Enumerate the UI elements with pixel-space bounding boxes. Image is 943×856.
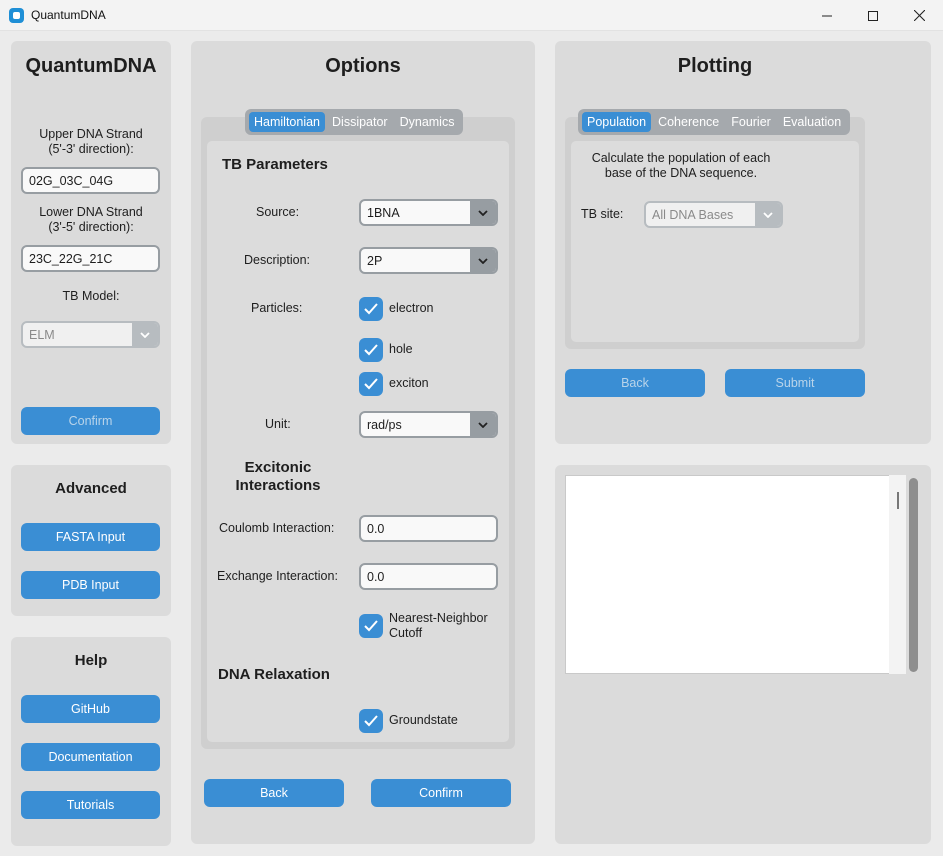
- description-select[interactable]: 2P: [359, 247, 498, 274]
- upper-strand-label: Upper DNA Strand (5'-3' direction):: [39, 127, 143, 156]
- exchange-input[interactable]: 0.0: [359, 563, 498, 590]
- dna-relaxation-title: DNA Relaxation: [218, 666, 330, 683]
- options-title: Options: [325, 55, 401, 77]
- upper-strand-input[interactable]: 02G_03C_04G: [21, 167, 160, 194]
- hole-label: hole: [389, 342, 413, 356]
- unit-label: Unit:: [265, 417, 291, 431]
- checkmark-icon: [364, 344, 378, 356]
- checkmark-icon: [364, 715, 378, 727]
- tb-parameters-title: TB Parameters: [222, 156, 328, 173]
- plotting-submit-button[interactable]: Submit: [725, 369, 865, 397]
- exciton-label: exciton: [389, 376, 429, 390]
- source-label: Source:: [256, 205, 300, 219]
- app-icon: [9, 8, 24, 23]
- groundstate-label: Groundstate: [389, 713, 458, 727]
- tutorials-button[interactable]: Tutorials: [21, 791, 160, 819]
- options-confirm-button[interactable]: Confirm: [371, 779, 511, 807]
- advanced-title: Advanced: [55, 480, 127, 497]
- plotting-back-button[interactable]: Back: [565, 369, 705, 397]
- coulomb-input[interactable]: 0.0: [359, 515, 498, 542]
- github-button[interactable]: GitHub: [21, 695, 160, 723]
- chevron-down-icon: [470, 249, 496, 272]
- tb-model-label: TB Model:: [62, 289, 120, 303]
- options-back-button[interactable]: Back: [204, 779, 344, 807]
- tab-coherence[interactable]: Coherence: [653, 112, 724, 132]
- unit-value: rad/ps: [367, 418, 402, 432]
- chevron-down-icon: [470, 201, 496, 224]
- chevron-down-icon: [470, 413, 496, 436]
- tab-fourier[interactable]: Fourier: [726, 112, 776, 132]
- fasta-input-button[interactable]: FASTA Input: [21, 523, 160, 551]
- exciton-checkbox[interactable]: [359, 372, 383, 396]
- description-label: Description:: [244, 253, 310, 267]
- checkmark-icon: [364, 378, 378, 390]
- hole-checkbox[interactable]: [359, 338, 383, 362]
- window-title: QuantumDNA: [31, 8, 106, 22]
- title-bar: QuantumDNA: [0, 0, 943, 31]
- options-tab-bar: Hamiltonian Dissipator Dynamics: [245, 109, 464, 135]
- tab-dynamics[interactable]: Dynamics: [395, 112, 460, 132]
- options-tab-content: [207, 141, 509, 742]
- checkmark-icon: [364, 620, 378, 632]
- electron-checkbox[interactable]: [359, 297, 383, 321]
- minimize-icon[interactable]: [804, 0, 850, 31]
- tb-site-value: All DNA Bases: [652, 208, 734, 222]
- sidebar-title: QuantumDNA: [25, 55, 157, 77]
- chevron-down-icon: [755, 203, 781, 226]
- output-textbox[interactable]: [565, 475, 906, 674]
- tab-population[interactable]: Population: [582, 112, 652, 132]
- coulomb-label: Coulomb Interaction:: [219, 521, 335, 535]
- groundstate-checkbox[interactable]: [359, 709, 383, 733]
- source-value: 1BNA: [367, 206, 400, 220]
- documentation-button[interactable]: Documentation: [21, 743, 160, 771]
- help-title: Help: [74, 652, 108, 669]
- lower-strand-label: Lower DNA Strand (3'-5' direction):: [39, 205, 143, 234]
- tb-site-label: TB site:: [581, 207, 624, 221]
- description-value: 2P: [367, 254, 383, 268]
- tb-model-select[interactable]: ELM: [21, 321, 160, 348]
- plotting-title: Plotting: [677, 55, 753, 77]
- unit-select[interactable]: rad/ps: [359, 411, 498, 438]
- pdb-input-button[interactable]: PDB Input: [21, 571, 160, 599]
- sidebar-confirm-button[interactable]: Confirm: [21, 407, 160, 435]
- tab-evaluation[interactable]: Evaluation: [778, 112, 846, 132]
- output-scrollbar[interactable]: [909, 478, 918, 672]
- checkmark-icon: [364, 303, 378, 315]
- sidebar-panel: [11, 41, 171, 444]
- tb-model-value: ELM: [29, 328, 55, 342]
- exchange-label: Exchange Interaction:: [217, 569, 338, 583]
- population-description: Calculate the population of each base of…: [591, 151, 771, 180]
- tb-site-select[interactable]: All DNA Bases: [644, 201, 783, 228]
- electron-label: electron: [389, 301, 434, 315]
- plotting-tab-bar: Population Coherence Fourier Evaluation: [578, 109, 851, 135]
- nn-cutoff-label: Nearest-Neighbor Cutoff: [389, 611, 488, 640]
- particles-label: Particles:: [251, 301, 303, 315]
- tab-dissipator[interactable]: Dissipator: [327, 112, 393, 132]
- lower-strand-input[interactable]: 23C_22G_21C: [21, 245, 160, 272]
- nn-cutoff-checkbox[interactable]: [359, 614, 383, 638]
- tab-hamiltonian[interactable]: Hamiltonian: [249, 112, 326, 132]
- source-select[interactable]: 1BNA: [359, 199, 498, 226]
- textbox-scroll-gutter: [889, 475, 906, 674]
- maximize-icon[interactable]: [850, 0, 896, 31]
- text-cursor: [897, 492, 899, 509]
- close-icon[interactable]: [896, 0, 942, 31]
- chevron-down-icon: [132, 323, 158, 346]
- excitonic-interactions-title: Excitonic Interactions: [235, 459, 321, 494]
